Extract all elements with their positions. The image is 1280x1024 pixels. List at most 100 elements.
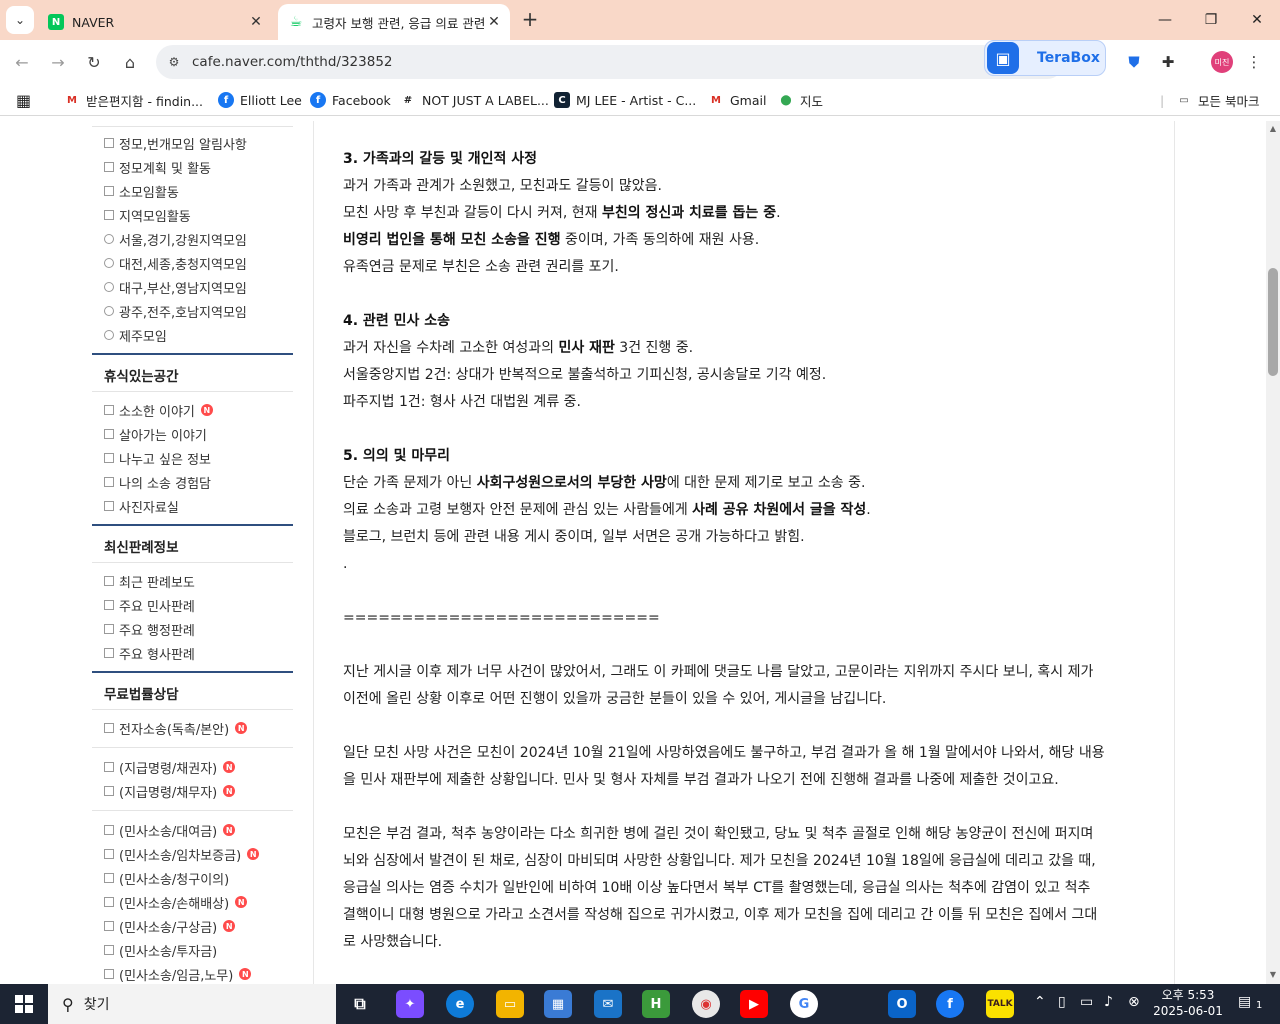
sidebar-menu-item[interactable]: 제주모임 <box>104 325 167 345</box>
sidebar-menu-item[interactable]: 나의 소송 경험담 <box>104 472 211 492</box>
more-menu-icon[interactable]: ⋮ <box>1240 48 1268 76</box>
close-icon[interactable]: ✕ <box>484 14 504 30</box>
scroll-up-icon[interactable]: ▲ <box>1266 122 1280 136</box>
chrome-icon[interactable]: ◉ <box>692 990 720 1018</box>
sidebar-menu-item[interactable]: (민사소송/청구이의) <box>104 868 229 888</box>
address-bar[interactable]: ⚙ cafe.naver.com/ththd/323852 <box>156 45 1064 79</box>
all-bookmarks-button[interactable]: ▭ 모든 북마크 <box>1176 90 1259 110</box>
mute-icon[interactable]: ⊗ <box>1128 994 1140 1010</box>
artist-site-icon: C <box>554 92 570 108</box>
url-text[interactable]: cafe.naver.com/ththd/323852 <box>192 54 393 70</box>
bookmark-gmail[interactable]: M Gmail <box>708 90 766 110</box>
tab-naver[interactable]: N NAVER ✕ <box>40 4 272 40</box>
device-icon[interactable]: ▯ <box>1058 994 1066 1010</box>
sidebar-menu-item[interactable]: 주요 민사판례 <box>104 595 195 615</box>
hancom-icon[interactable]: H <box>642 990 670 1018</box>
sidebar-menu-item[interactable]: 전자소송(독촉/본안) N <box>104 718 248 738</box>
sidebar-menu-item[interactable]: (민사소송/투자금) <box>104 940 217 960</box>
scroll-down-icon[interactable]: ▼ <box>1266 968 1280 982</box>
sidebar-menu-item[interactable]: (지급명령/채권자) N <box>104 757 236 777</box>
tab-article[interactable]: ☕ 고령자 보행 관련, 응급 의료 관련 ... ✕ <box>278 4 510 40</box>
bookmark-not-just-a-label[interactable]: # NOT JUST A LABEL... <box>400 90 549 110</box>
outlook-icon[interactable]: O <box>888 990 916 1018</box>
task-view-icon[interactable]: ⧉ <box>346 990 374 1018</box>
sidebar-menu-item[interactable]: 정모계획 및 활동 <box>104 157 211 177</box>
network-icon[interactable]: ▭ <box>1080 994 1093 1010</box>
sidebar-divider <box>92 562 293 563</box>
volume-icon[interactable]: ♪ <box>1104 994 1113 1010</box>
sidebar-heading[interactable]: 무료법률상담 <box>104 683 179 703</box>
start-button[interactable] <box>8 988 40 1020</box>
sidebar-menu-item[interactable]: 대구,부산,영남지역모임 <box>104 277 247 297</box>
mail-icon[interactable]: ✉ <box>594 990 622 1018</box>
home-button[interactable]: ⌂ <box>116 48 144 76</box>
reload-button[interactable]: ↻ <box>80 48 108 76</box>
arrow-right-icon: → <box>51 52 65 72</box>
sidebar-menu-item[interactable]: 주요 행정판례 <box>104 619 195 639</box>
microsoft-store-icon[interactable]: ▦ <box>544 990 572 1018</box>
sidebar-menu-item[interactable]: (지급명령/채무자) N <box>104 781 236 801</box>
sidebar-menu-item[interactable]: 나누고 싶은 정보 <box>104 448 211 468</box>
scrollbar-track[interactable] <box>1266 121 1280 984</box>
bookmark-mj-lee[interactable]: C MJ LEE - Artist - C... <box>554 90 696 110</box>
sidebar-menu-item[interactable]: 사진자료실 <box>104 496 179 516</box>
restore-button[interactable]: ❐ <box>1188 0 1234 40</box>
search-placeholder: 찾기 <box>83 997 110 1013</box>
minimize-button[interactable]: — <box>1142 0 1188 40</box>
sidebar-menu-item[interactable]: 서울,경기,강원지역모임 <box>104 229 247 249</box>
bookmark-elliott-lee[interactable]: f Elliott Lee <box>218 90 302 110</box>
sidebar-item-label: 서울,경기,강원지역모임 <box>119 233 247 249</box>
chevron-up-icon[interactable]: ⌃ <box>1034 994 1046 1010</box>
terabox-logo-icon: ▣ <box>987 42 1019 74</box>
sidebar-menu-item[interactable]: (민사소송/임차보증금) N <box>104 844 260 864</box>
taskbar-clock[interactable]: 오후 5:53 2025-06-01 <box>1150 987 1226 1019</box>
sidebar-heading[interactable]: 휴식있는공간 <box>104 365 179 385</box>
sidebar-menu-item[interactable]: 소소한 이야기 N <box>104 400 213 420</box>
location-icon <box>104 282 114 292</box>
bookmark-gmail-inbox[interactable]: M 받은편지함 - findin... <box>64 90 203 110</box>
apps-grid-icon[interactable]: ▦ <box>16 90 31 110</box>
facebook-taskbar-icon[interactable]: f <box>936 990 964 1018</box>
sidebar-heading[interactable]: 최신판례정보 <box>104 536 179 556</box>
sidebar-menu-item[interactable]: 주요 형사판례 <box>104 643 195 663</box>
profile-avatar[interactable]: 미진 <box>1208 48 1236 76</box>
sidebar-menu-item[interactable]: 광주,전주,호남지역모임 <box>104 301 247 321</box>
sidebar-menu-item[interactable]: 살아가는 이야기 <box>104 424 207 444</box>
sidebar-menu-item[interactable]: (민사소송/임금,노무) N <box>104 964 252 984</box>
sidebar-menu-item[interactable]: 소모임활동 <box>104 181 179 201</box>
sidebar-menu-item[interactable]: (민사소송/대여금) N <box>104 820 236 840</box>
sidebar-item-label: (지급명령/채권자) <box>119 761 218 777</box>
board-icon <box>104 624 114 634</box>
bookmark-map[interactable]: ⬤ 지도 <box>778 90 823 110</box>
close-window-button[interactable]: ✕ <box>1234 0 1280 40</box>
notification-icon[interactable]: ▤ <box>1238 994 1251 1010</box>
extensions-puzzle-icon[interactable]: ✚ <box>1154 48 1182 76</box>
close-icon[interactable]: ✕ <box>246 14 266 30</box>
scrollbar-thumb[interactable] <box>1268 268 1278 376</box>
edge-icon[interactable]: e <box>446 990 474 1018</box>
location-icon <box>104 330 114 340</box>
sidebar-menu-item[interactable]: 지역모임활동 <box>104 205 191 225</box>
sidebar-menu-item[interactable]: (민사소송/구상금) N <box>104 916 236 936</box>
file-explorer-icon[interactable]: ▭ <box>496 990 524 1018</box>
site-info-icon[interactable]: ⚙ <box>160 48 188 76</box>
article-line: 지난 게시글 이후 제가 너무 사건이 많았어서, 그래도 이 카페에 댓글도 … <box>343 664 1094 680</box>
google-icon[interactable]: G <box>790 990 818 1018</box>
sidebar-menu-item[interactable]: 정모,번개모임 알림사항 <box>104 133 247 153</box>
kakaotalk-icon[interactable]: TALK <box>986 990 1014 1018</box>
shield-extension-icon[interactable]: ⛊ <box>1120 48 1148 76</box>
copilot-icon[interactable]: ✦ <box>396 990 424 1018</box>
terabox-extension-button[interactable]: ▣ TeraBox <box>984 40 1106 76</box>
new-tab-button[interactable]: + <box>518 8 542 32</box>
back-button[interactable]: ← <box>8 48 36 76</box>
bookmark-facebook[interactable]: f Facebook <box>310 90 391 110</box>
tab-search-button[interactable]: ⌄ <box>6 6 34 34</box>
sidebar-menu-item[interactable]: 대전,세종,충청지역모임 <box>104 253 247 273</box>
divider <box>313 121 314 984</box>
sidebar-menu-item[interactable]: (민사소송/손해배상) N <box>104 892 248 912</box>
sidebar-menu-item[interactable]: 최근 판례보도 <box>104 571 195 591</box>
taskbar-search[interactable]: ⚲ 찾기 <box>48 984 336 1024</box>
board-icon <box>104 576 114 586</box>
forward-button[interactable]: → <box>44 48 72 76</box>
youtube-icon[interactable]: ▶ <box>740 990 768 1018</box>
